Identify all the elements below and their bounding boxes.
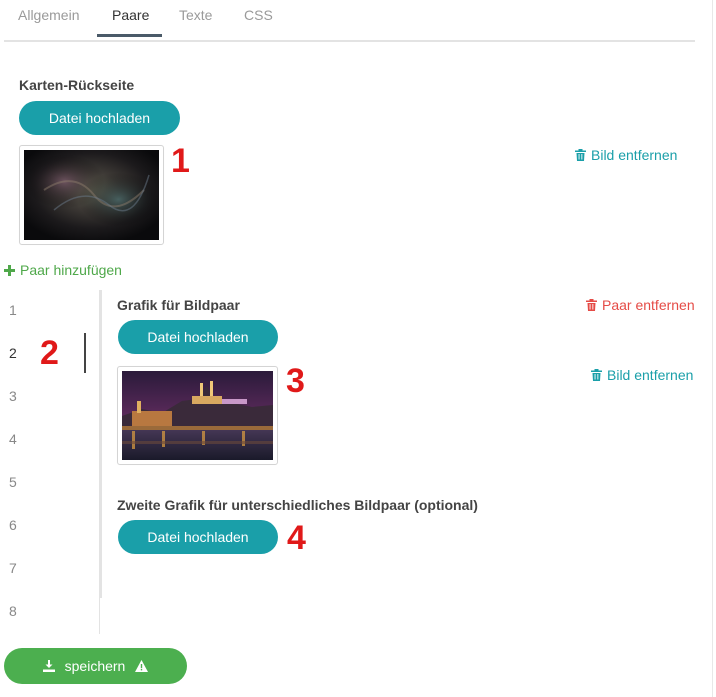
pair-upload-button[interactable]: Datei hochladen — [118, 320, 278, 354]
trash-icon — [575, 149, 586, 161]
pair-number-7[interactable]: 7 — [9, 560, 17, 576]
tab-texte[interactable]: Texte — [179, 7, 212, 23]
trash-icon — [591, 369, 602, 381]
selected-pair-marker — [84, 333, 86, 373]
card-back-title: Karten-Rückseite — [19, 77, 135, 93]
card-back-image — [24, 150, 159, 240]
pair-remove-image-link[interactable]: Bild entfernen — [591, 367, 693, 383]
card-back-thumbnail[interactable] — [19, 145, 164, 245]
panel-right-border — [712, 0, 713, 697]
pair-number-5[interactable]: 5 — [9, 474, 17, 490]
pair-image — [122, 371, 273, 460]
save-label: speichern — [64, 658, 126, 674]
pair-remove-image-label: Bild entfernen — [607, 367, 694, 383]
active-tab-indicator — [97, 34, 162, 37]
warning-icon — [135, 660, 149, 672]
plus-icon — [4, 264, 15, 276]
remove-pair-label: Paar entfernen — [602, 297, 695, 313]
pair-number-4[interactable]: 4 — [9, 431, 17, 447]
second-image-upload-button[interactable]: Datei hochladen — [118, 520, 278, 554]
download-icon — [42, 660, 55, 672]
save-button[interactable]: speichern — [4, 648, 187, 684]
tab-css[interactable]: CSS — [244, 7, 273, 23]
annotation-1: 1 — [171, 142, 190, 180]
pair-number-1[interactable]: 1 — [9, 302, 17, 318]
annotation-2: 2 — [40, 334, 59, 372]
pair-number-8[interactable]: 8 — [9, 603, 17, 619]
pair-number-6[interactable]: 6 — [9, 517, 17, 533]
pair-number-2[interactable]: 2 — [9, 345, 17, 361]
tab-paare[interactable]: Paare — [112, 7, 149, 23]
pair-divider — [99, 290, 102, 598]
add-pair-link[interactable]: Paar hinzufügen — [4, 262, 122, 278]
remove-pair-link[interactable]: Paar entfernen — [586, 297, 695, 313]
second-image-title: Zweite Grafik für unterschiedliches Bild… — [117, 497, 478, 513]
pair-thumbnail[interactable] — [117, 366, 278, 465]
card-back-remove-image-link[interactable]: Bild entfernen — [575, 147, 677, 163]
card-back-upload-button[interactable]: Datei hochladen — [19, 101, 180, 135]
pair-divider-tail — [99, 598, 100, 634]
add-pair-label: Paar hinzufügen — [20, 262, 122, 278]
tab-bar: Allgemein Paare Texte CSS — [4, 0, 695, 42]
annotation-3: 3 — [286, 362, 305, 400]
pair-image-title: Grafik für Bildpaar — [117, 297, 240, 313]
card-back-remove-image-label: Bild entfernen — [591, 147, 678, 163]
tab-allgemein[interactable]: Allgemein — [18, 7, 79, 23]
trash-icon — [586, 299, 597, 311]
pair-number-3[interactable]: 3 — [9, 388, 17, 404]
annotation-4: 4 — [287, 519, 306, 557]
